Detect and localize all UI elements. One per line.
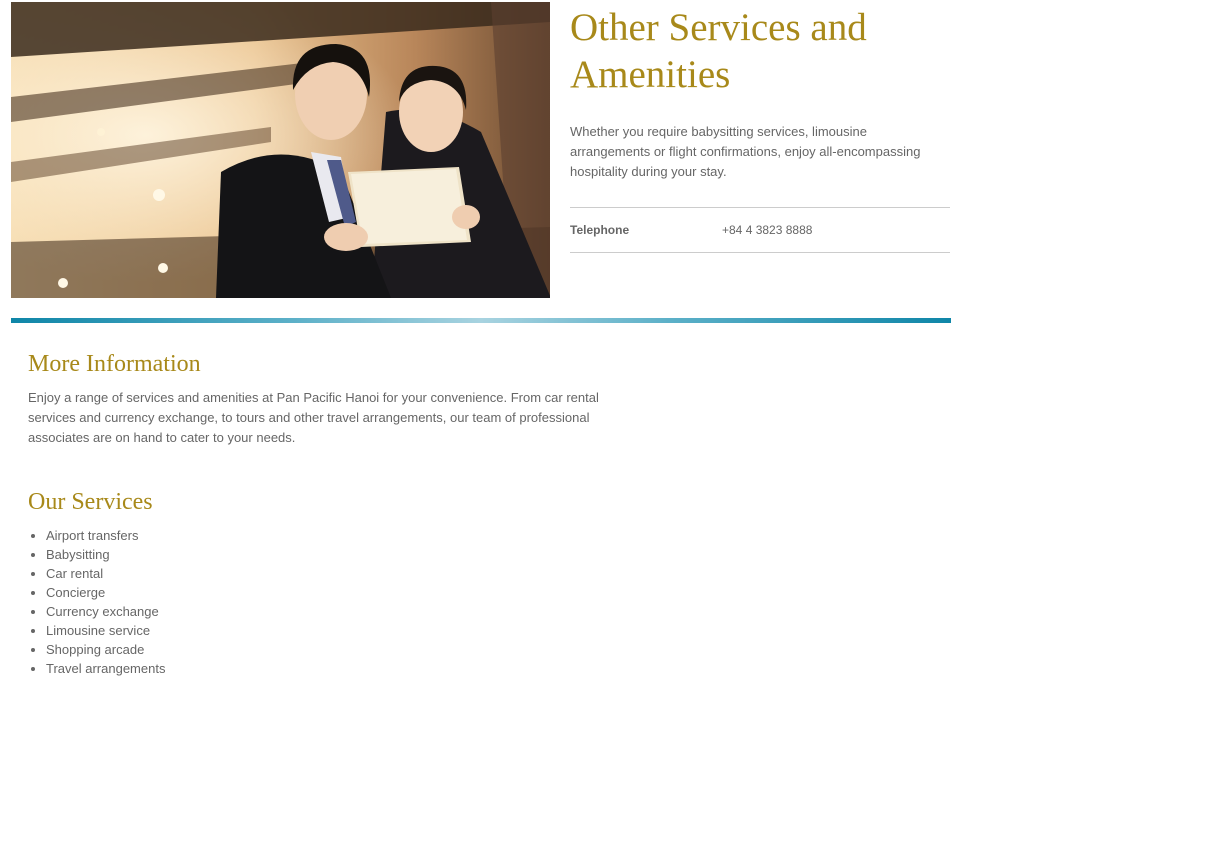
- service-item: Babysitting: [46, 545, 628, 564]
- more-information-section: More Information Enjoy a range of servic…: [28, 350, 628, 448]
- our-services-title: Our Services: [28, 489, 153, 515]
- service-item: Concierge: [46, 583, 628, 602]
- service-item: Limousine service: [46, 621, 628, 640]
- services-list: Airport transfers Babysitting Car rental…: [28, 526, 628, 678]
- service-item: Airport transfers: [46, 526, 628, 545]
- telephone-value[interactable]: +84 4 3823 8888: [722, 223, 812, 237]
- more-information-text: Enjoy a range of services and amenities …: [28, 390, 599, 445]
- intro-panel: Other Services and Amenities Whether you…: [570, 0, 950, 253]
- section-divider: [11, 318, 951, 323]
- our-services-section: Our Services Airport transfers Babysitti…: [28, 488, 628, 678]
- telephone-label: Telephone: [570, 223, 630, 237]
- contact-table: Telephone +84 4 3823 8888: [570, 207, 950, 253]
- intro-text: Whether you require babysitting services…: [570, 124, 921, 179]
- service-item: Car rental: [46, 564, 628, 583]
- hero-photo: [11, 2, 550, 298]
- service-item: Travel arrangements: [46, 659, 628, 678]
- more-information-title: More Information: [28, 351, 201, 377]
- page-title: Other Services and Amenities: [570, 6, 867, 96]
- service-item: Shopping arcade: [46, 640, 628, 659]
- service-item: Currency exchange: [46, 602, 628, 621]
